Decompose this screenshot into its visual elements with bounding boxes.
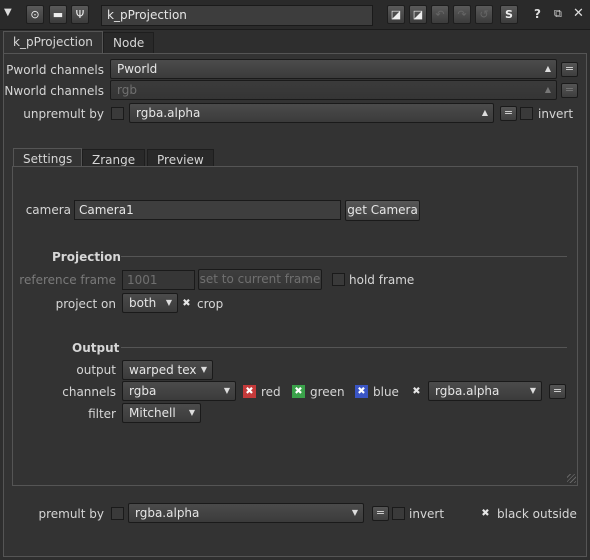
dropdown-arrow-icon: ▼ — [165, 298, 172, 307]
premult-select[interactable]: rgba.alpha ▼ — [128, 503, 364, 523]
dropdown-arrow-icon: ▼ — [529, 386, 536, 395]
get-camera-button[interactable]: get Camera — [345, 200, 420, 221]
alpha-channel-select[interactable]: rgba.alpha ▼ — [428, 381, 542, 401]
premult-label: premult by — [38, 507, 104, 521]
revert-icon[interactable]: ↺ — [475, 5, 493, 24]
float-icon[interactable]: ⧉ — [554, 7, 562, 21]
pan-icon[interactable]: ▬ — [49, 5, 67, 24]
project-on-select[interactable]: both ▼ — [122, 293, 178, 313]
premult-invert-checkbox[interactable] — [392, 507, 405, 520]
collapse-arrow-icon[interactable]: ▼ — [4, 8, 14, 18]
tab-node[interactable]: Node — [103, 32, 155, 54]
channels-value: rgba — [129, 384, 157, 398]
black-outside-checkbox[interactable]: ✖ — [479, 507, 492, 520]
color-swatch-icon[interactable]: ◪ — [387, 5, 405, 24]
red-checkbox[interactable]: ✖ — [243, 385, 256, 398]
premult-checkbox[interactable] — [111, 507, 124, 520]
hold-frame-label: hold frame — [349, 273, 415, 287]
dropdown-arrow-icon: ▼ — [351, 508, 358, 517]
nworld-channels-label: Nworld channels — [4, 84, 104, 98]
filter-label: filter — [88, 407, 116, 421]
blue-checkbox[interactable]: ✖ — [355, 385, 368, 398]
reference-frame-input[interactable]: 1001 — [122, 270, 195, 290]
black-outside-label: black outside — [497, 507, 577, 521]
alpha-checkbox[interactable]: ✖ — [410, 385, 423, 398]
unpremult-label: unpremult by — [23, 107, 104, 121]
dropdown-arrow-icon: ▼ — [188, 408, 195, 417]
premult-value: rgba.alpha — [135, 506, 200, 520]
unpremult-value: rgba.alpha — [136, 106, 201, 120]
output-header: Output — [72, 341, 120, 355]
projection-divider — [121, 256, 567, 257]
premult-invert-label: invert — [409, 507, 445, 521]
dropdown-arrow-icon: ▲ — [544, 85, 551, 94]
dropdown-arrow-icon: ▼ — [200, 365, 207, 374]
node-title-bar: ▼ ⊙ ▬ Ψ k_pProjection ◪ ◪ ↶ ↷ ↺ S ? ⧉ ✕ — [0, 0, 590, 30]
unpremult-invert-checkbox[interactable] — [520, 107, 533, 120]
unpremult-checkbox[interactable] — [111, 107, 124, 120]
pworld-channels-label: Pworld channels — [6, 63, 104, 77]
crop-label: crop — [197, 297, 224, 311]
pworld-channels-select[interactable]: Pworld ▲ — [110, 59, 557, 79]
node-name-field[interactable]: k_pProjection — [101, 5, 373, 26]
set-current-frame-button[interactable]: set to current frame — [198, 269, 322, 290]
project-on-label: project on — [55, 297, 116, 311]
nworld-link-button[interactable]: = — [561, 83, 578, 98]
filter-select[interactable]: Mitchell ▼ — [122, 403, 201, 423]
camera-label: camera — [25, 203, 71, 217]
wrench-icon[interactable]: Ψ — [71, 5, 89, 24]
resize-grip-icon[interactable] — [567, 474, 576, 483]
alpha-channel-value: rgba.alpha — [435, 384, 500, 398]
hold-frame-checkbox[interactable] — [332, 273, 345, 286]
channels-link-button[interactable]: = — [549, 384, 566, 399]
blue-label: blue — [373, 385, 399, 399]
output-value: warped tex — [129, 363, 197, 377]
redo-icon[interactable]: ↷ — [453, 5, 471, 24]
target-icon[interactable]: ⊙ — [26, 5, 44, 24]
tab-k-pprojection[interactable]: k_pProjection — [3, 31, 103, 54]
reference-frame-label: reference frame — [19, 273, 116, 287]
dropdown-arrow-icon: ▼ — [223, 386, 230, 395]
unpremult-link-button[interactable]: = — [500, 106, 517, 121]
projection-header: Projection — [52, 250, 121, 264]
output-select[interactable]: warped tex ▼ — [122, 360, 213, 380]
channels-label: channels — [62, 385, 116, 399]
output-label: output — [76, 363, 116, 377]
project-on-value: both — [129, 296, 157, 310]
red-label: red — [261, 385, 281, 399]
script-icon[interactable]: S — [500, 5, 518, 24]
output-divider — [121, 347, 567, 348]
close-icon[interactable]: ✕ — [573, 6, 584, 21]
dropdown-arrow-icon: ▲ — [481, 108, 488, 117]
nworld-value: rgb — [117, 83, 137, 97]
unpremult-invert-label: invert — [538, 107, 574, 121]
pworld-link-button[interactable]: = — [561, 62, 578, 77]
premult-link-button[interactable]: = — [372, 506, 389, 521]
crop-checkbox[interactable]: ✖ — [180, 297, 193, 310]
help-icon[interactable]: ? — [534, 7, 541, 21]
pworld-value: Pworld — [117, 62, 158, 76]
green-checkbox[interactable]: ✖ — [292, 385, 305, 398]
camera-input[interactable]: Camera1 — [74, 200, 341, 220]
nworld-channels-select[interactable]: rgb ▲ — [110, 80, 557, 100]
color-swatch-alt-icon[interactable]: ◪ — [409, 5, 427, 24]
undo-icon[interactable]: ↶ — [431, 5, 449, 24]
dropdown-arrow-icon: ▲ — [544, 64, 551, 73]
unpremult-select[interactable]: rgba.alpha ▲ — [129, 103, 494, 123]
green-label: green — [310, 385, 345, 399]
channels-select[interactable]: rgba ▼ — [122, 381, 236, 401]
filter-value: Mitchell — [129, 406, 176, 420]
